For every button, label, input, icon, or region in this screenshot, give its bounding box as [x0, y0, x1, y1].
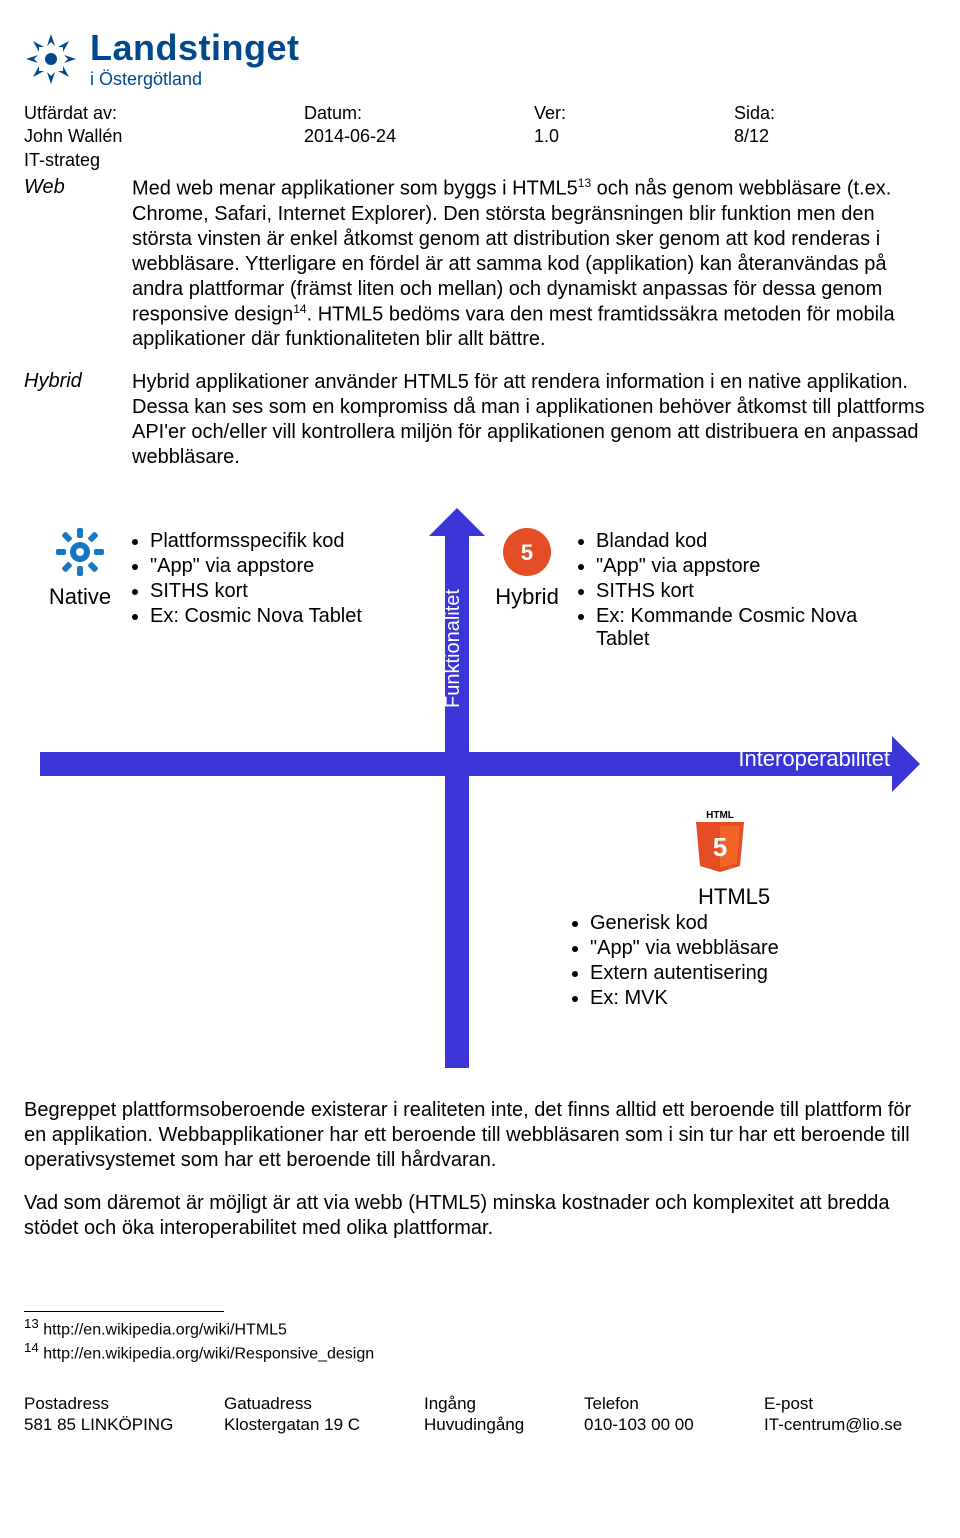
list-item: SITHS kort: [150, 580, 362, 603]
page-value: 8/12: [734, 125, 904, 148]
quadrant-html5-title: HTML5: [698, 884, 770, 910]
issued-by-role: IT-strateg: [24, 149, 304, 172]
footnote-sup-14: 14: [24, 1340, 39, 1355]
footer-c4-hdr: Telefon: [584, 1393, 764, 1414]
footer-c3-val: Huvudingång: [424, 1414, 584, 1435]
date-label: Datum:: [304, 102, 534, 125]
list-item: "App" via appstore: [150, 555, 362, 578]
list-item: Generisk kod: [590, 912, 920, 935]
gear-icon: [54, 526, 106, 578]
list-item: SITHS kort: [596, 580, 908, 603]
svg-text:5: 5: [713, 832, 727, 862]
footer-c1-hdr: Postadress: [24, 1393, 224, 1414]
quadrant-hybrid-title: Hybrid: [495, 584, 559, 610]
term-web: Web: [24, 176, 124, 370]
post-para-2: Vad som däremot är möjligt är att via we…: [24, 1191, 936, 1241]
web-sup-b: 14: [293, 302, 306, 316]
list-item: Ex: Cosmic Nova Tablet: [150, 605, 362, 628]
axis-horizontal-label: Interoperabilitet: [738, 746, 890, 772]
quadrant-diagram: Funktionalitet Interoperabilitet: [40, 508, 920, 1068]
quadrant-html5: HTML 5 HTML5 Generisk kod "App" via webb…: [570, 808, 920, 1012]
brand-logo: Landstinget i Östergötland: [24, 30, 936, 88]
post-para-1: Begreppet plattformsoberoende existerar …: [24, 1098, 936, 1173]
svg-text:HTML: HTML: [706, 810, 734, 821]
list-item: Ex: MVK: [590, 987, 920, 1010]
list-item: Ex: Kommande Cosmic Nova Tablet: [596, 605, 908, 651]
footer-c2-val: Klostergatan 19 C: [224, 1414, 424, 1435]
svg-text:5: 5: [521, 540, 533, 565]
issued-by-label: Utfärdat av:: [24, 102, 304, 125]
footnote-14: http://en.wikipedia.org/wiki/Responsive_…: [43, 1345, 374, 1362]
web-sup-a: 13: [578, 176, 591, 190]
footer-c4-val: 010-103 00 00: [584, 1414, 764, 1435]
quadrant-native-title: Native: [49, 584, 111, 610]
page-label: Sida:: [734, 102, 904, 125]
issued-by-name: John Wallén: [24, 125, 304, 148]
footnote-13: http://en.wikipedia.org/wiki/HTML5: [43, 1322, 287, 1339]
footer-c2-hdr: Gatuadress: [224, 1393, 424, 1414]
list-item: Blandad kod: [596, 530, 908, 553]
date-value: 2014-06-24: [304, 125, 534, 148]
footer-c3-hdr: Ingång: [424, 1393, 584, 1414]
footnote-sup-13: 13: [24, 1316, 39, 1331]
quadrant-hybrid: 5 Hybrid Blandad kod "App" via appstore …: [488, 526, 908, 653]
ver-value: 1.0: [534, 125, 734, 148]
para-hybrid: Hybrid applikationer använder HTML5 för …: [132, 370, 936, 470]
web-text-a: Med web menar applikationer som byggs i …: [132, 178, 578, 200]
html5-badge-icon: HTML 5: [690, 808, 750, 874]
list-item: Plattformsspecifik kod: [150, 530, 362, 553]
sun-icon: [24, 32, 78, 86]
list-item: "App" via webbläsare: [590, 937, 920, 960]
term-hybrid: Hybrid: [24, 370, 124, 488]
ver-label: Ver:: [534, 102, 734, 125]
footnote-refs: 13 http://en.wikipedia.org/wiki/HTML5 14…: [24, 1311, 936, 1363]
para-web: Med web menar applikationer som byggs i …: [132, 176, 936, 352]
list-item: "App" via appstore: [596, 555, 908, 578]
footer-c5-val: IT-centrum@lio.se: [764, 1414, 924, 1435]
brand-line2: i Östergötland: [90, 70, 300, 88]
axis-vertical-label: Funktionalitet: [442, 590, 465, 709]
quadrant-native: Native Plattformsspecifik kod "App" via …: [40, 526, 430, 630]
brand-line1: Landstinget: [90, 30, 300, 66]
footer-c5-hdr: E-post: [764, 1393, 924, 1414]
page-footer: Postadress 581 85 LINKÖPING Gatuadress K…: [24, 1393, 936, 1436]
list-item: Extern autentisering: [590, 962, 920, 985]
doc-meta: Utfärdat av: John Wallén IT-strateg Datu…: [24, 102, 936, 172]
footer-c1-val: 581 85 LINKÖPING: [24, 1414, 224, 1435]
html5-icon: 5: [501, 526, 553, 578]
